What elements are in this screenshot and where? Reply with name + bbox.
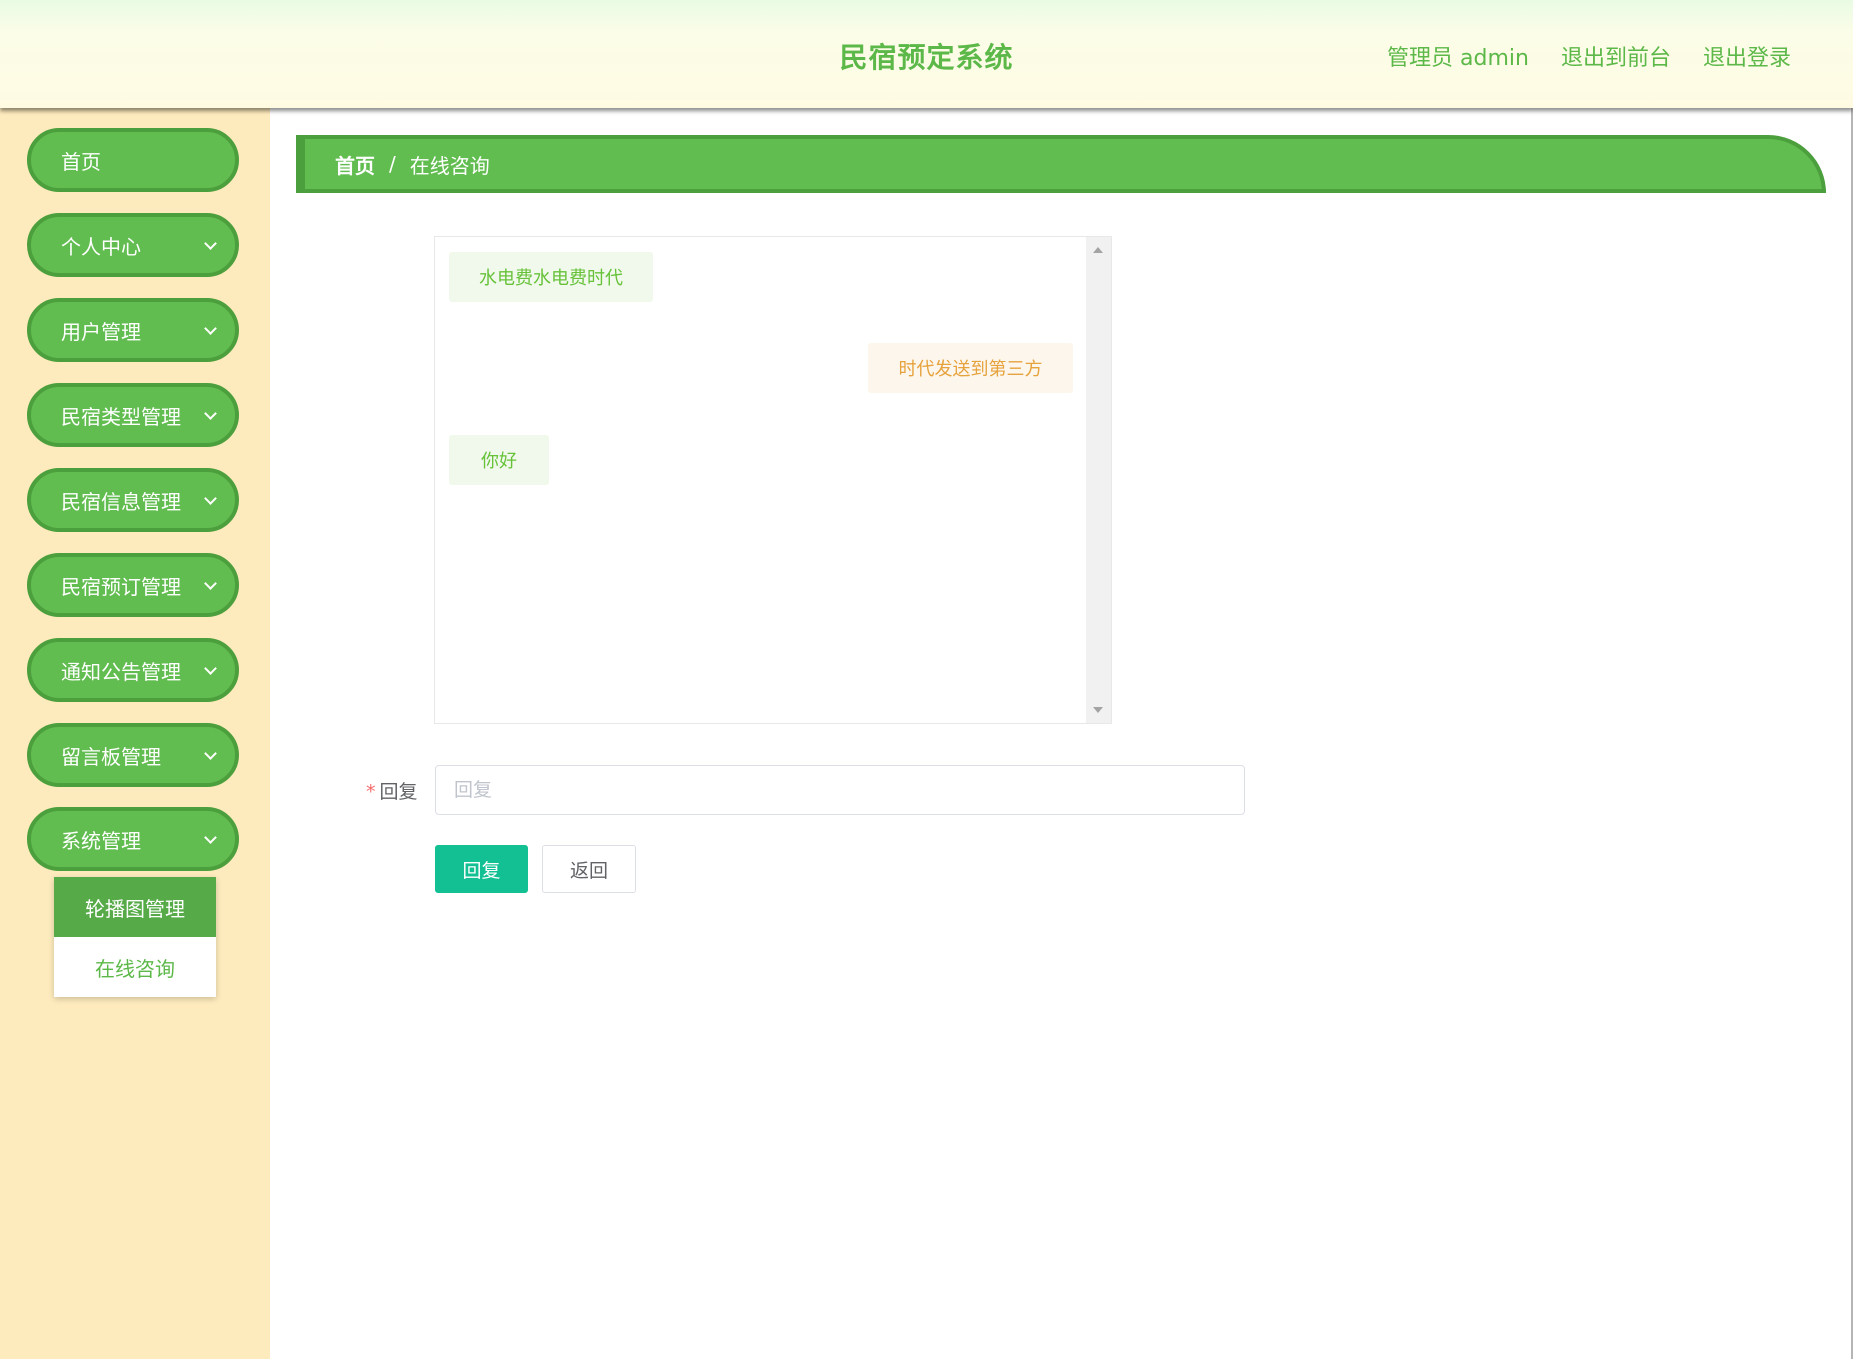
submenu-item-carousel-management[interactable]: 轮播图管理 (54, 877, 216, 937)
sidebar-item-user-management[interactable]: 用户管理 (27, 298, 239, 362)
reply-field-label: * 回复 (366, 777, 418, 804)
chevron-down-icon (204, 747, 217, 760)
sidebar-item-homestay-type-management[interactable]: 民宿类型管理 (27, 383, 239, 447)
sidebar-item-label: 民宿信息管理 (61, 489, 181, 514)
logout-link[interactable]: 退出登录 (1703, 40, 1791, 72)
header-nav: 管理员 admin 退出到前台 退出登录 (1387, 40, 1791, 72)
sidebar-item-label: 个人中心 (61, 234, 141, 259)
reply-input[interactable] (435, 765, 1245, 815)
breadcrumb-separator: / (389, 152, 396, 176)
reply-label-text: 回复 (379, 781, 418, 803)
system-management-submenu: 轮播图管理 在线咨询 (54, 877, 216, 997)
sidebar-item-label: 民宿类型管理 (61, 404, 181, 429)
sidebar-item-label: 通知公告管理 (61, 659, 181, 684)
back-button[interactable]: 返回 (542, 845, 636, 893)
sidebar-item-label: 留言板管理 (61, 744, 161, 769)
sidebar-item-notice-management[interactable]: 通知公告管理 (27, 638, 239, 702)
sidebar-item-homestay-info-management[interactable]: 民宿信息管理 (27, 468, 239, 532)
breadcrumb-current: 在线咨询 (409, 153, 490, 178)
sidebar-item-label: 民宿预订管理 (61, 574, 181, 599)
sidebar-item-system-management[interactable]: 系统管理 (27, 807, 239, 871)
scroll-up-arrow-icon[interactable] (1093, 247, 1103, 253)
top-header: 民宿预定系统 管理员 admin 退出到前台 退出登录 (0, 0, 1853, 108)
reply-submit-button[interactable]: 回复 (435, 845, 528, 893)
chevron-down-icon (204, 407, 217, 420)
breadcrumb: 首页 / 在线咨询 (296, 135, 1826, 193)
sidebar: 首页 个人中心 用户管理 民宿类型管理 民宿信息管理 民宿预订管理 通知公告管理… (0, 108, 270, 1359)
submenu-item-online-consult[interactable]: 在线咨询 (54, 937, 216, 997)
chat-message-left: 你好 (449, 435, 549, 485)
chevron-down-icon (204, 662, 217, 675)
sidebar-item-label: 用户管理 (61, 319, 141, 344)
chevron-down-icon (204, 831, 217, 844)
sidebar-item-label: 首页 (61, 149, 101, 174)
sidebar-item-message-board-management[interactable]: 留言板管理 (27, 723, 239, 787)
sidebar-item-home[interactable]: 首页 (27, 128, 239, 192)
current-user-label: 管理员 admin (1387, 46, 1529, 71)
sidebar-item-booking-management[interactable]: 民宿预订管理 (27, 553, 239, 617)
chevron-down-icon (204, 322, 217, 335)
required-mark: * (366, 781, 376, 803)
chat-history[interactable]: 水电费水电费时代 时代发送到第三方 你好 (434, 236, 1112, 724)
chevron-down-icon (204, 492, 217, 505)
sidebar-item-label: 系统管理 (61, 828, 141, 853)
exit-to-front-link[interactable]: 退出到前台 (1561, 40, 1671, 72)
chevron-down-icon (204, 237, 217, 250)
chat-scrollbar[interactable] (1086, 237, 1111, 723)
chat-message-right: 时代发送到第三方 (868, 343, 1073, 393)
chevron-down-icon (204, 577, 217, 590)
chat-message-left: 水电费水电费时代 (449, 252, 653, 302)
scroll-down-arrow-icon[interactable] (1093, 707, 1103, 713)
sidebar-item-personal-center[interactable]: 个人中心 (27, 213, 239, 277)
breadcrumb-home[interactable]: 首页 (335, 150, 375, 179)
